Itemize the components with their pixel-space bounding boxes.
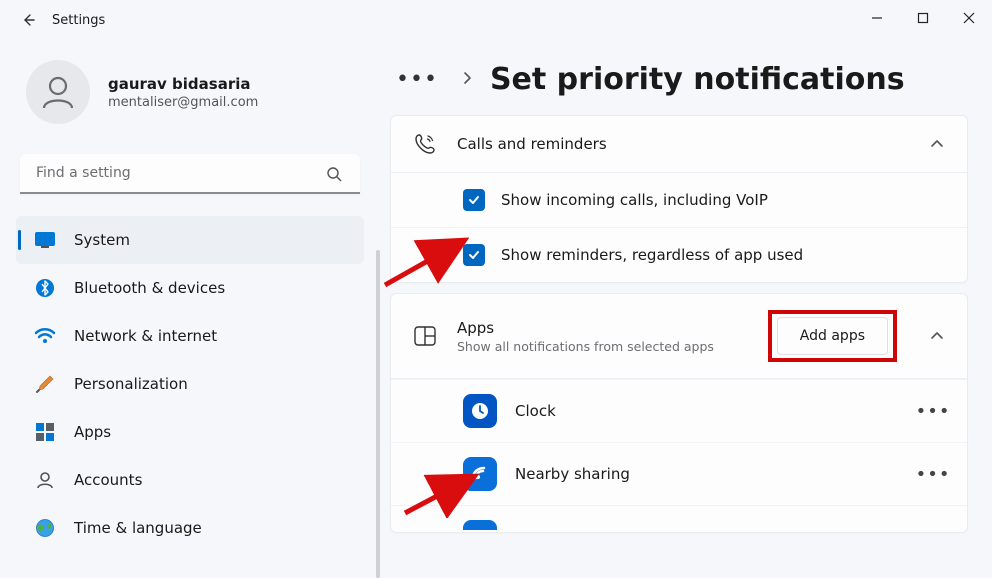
apps-subtitle: Show all notifications from selected app… (457, 339, 750, 354)
breadcrumb-overflow[interactable]: ••• (390, 67, 444, 92)
sidebar-item-bluetooth[interactable]: Bluetooth & devices (16, 264, 364, 312)
search-input[interactable] (20, 154, 360, 194)
breadcrumb: ••• Set priority notifications (390, 62, 968, 97)
collapse-button[interactable] (927, 326, 947, 346)
apps-grid-icon (411, 326, 439, 346)
sidebar-item-label: Accounts (74, 471, 142, 489)
profile-name: gaurav bidasaria (108, 75, 258, 93)
collapse-button[interactable] (927, 134, 947, 154)
sidebar-scrollbar[interactable] (376, 250, 380, 578)
sidebar-item-network[interactable]: Network & internet (16, 312, 364, 360)
nearby-sharing-app-icon (463, 457, 497, 491)
minimize-button[interactable] (854, 0, 900, 36)
profile-email: mentaliser@gmail.com (108, 95, 258, 110)
brush-icon (34, 373, 56, 395)
sidebar-item-label: Bluetooth & devices (74, 279, 225, 297)
add-apps-button[interactable]: Add apps (777, 317, 888, 355)
page-title: Set priority notifications (490, 62, 905, 97)
calls-reminders-title: Calls and reminders (457, 135, 909, 153)
app-icon-partial (463, 520, 497, 530)
accounts-icon (34, 469, 56, 491)
checkbox-checked[interactable] (463, 244, 485, 266)
apps-icon (34, 421, 56, 443)
app-name: Nearby sharing (515, 465, 901, 483)
app-row-clock: Clock ••• (391, 379, 967, 442)
app-row-nearby-sharing: Nearby sharing ••• (391, 442, 967, 505)
phone-icon (411, 132, 439, 156)
sidebar-item-label: Apps (74, 423, 111, 441)
profile[interactable]: gaurav bidasaria mentaliser@gmail.com (16, 50, 364, 142)
maximize-button[interactable] (900, 0, 946, 36)
calls-reminders-card: Calls and reminders Show incoming calls,… (390, 115, 968, 283)
option-incoming-calls[interactable]: Show incoming calls, including VoIP (391, 173, 967, 227)
bluetooth-icon (34, 277, 56, 299)
checkbox-checked[interactable] (463, 189, 485, 211)
close-button[interactable] (946, 0, 992, 36)
globe-icon (34, 517, 56, 539)
sidebar-item-personalization[interactable]: Personalization (16, 360, 364, 408)
more-button[interactable]: ••• (919, 397, 947, 425)
more-button[interactable]: ••• (919, 460, 947, 488)
sidebar-item-accounts[interactable]: Accounts (16, 456, 364, 504)
avatar (26, 60, 90, 124)
sidebar-item-system[interactable]: System (16, 216, 364, 264)
sidebar-item-apps[interactable]: Apps (16, 408, 364, 456)
system-icon (34, 229, 56, 251)
sidebar: gaurav bidasaria mentaliser@gmail.com Sy… (0, 40, 380, 578)
app-row-partial (391, 505, 967, 532)
sidebar-item-label: Time & language (74, 519, 202, 537)
chevron-right-icon (462, 70, 472, 89)
sidebar-item-label: Personalization (74, 375, 188, 393)
apps-title: Apps (457, 319, 750, 337)
sidebar-item-label: System (74, 231, 130, 249)
wifi-icon (34, 325, 56, 347)
annotation-highlight: Add apps (768, 310, 897, 362)
clock-app-icon (463, 394, 497, 428)
option-label: Show incoming calls, including VoIP (501, 191, 768, 209)
apps-card: Apps Show all notifications from selecte… (390, 293, 968, 533)
option-reminders[interactable]: Show reminders, regardless of app used (391, 227, 967, 282)
search-icon (320, 154, 348, 194)
option-label: Show reminders, regardless of app used (501, 246, 803, 264)
app-name: Clock (515, 402, 901, 420)
window-title: Settings (52, 13, 105, 28)
sidebar-item-label: Network & internet (74, 327, 217, 345)
back-button[interactable] (12, 4, 44, 36)
sidebar-item-time[interactable]: Time & language (16, 504, 364, 552)
